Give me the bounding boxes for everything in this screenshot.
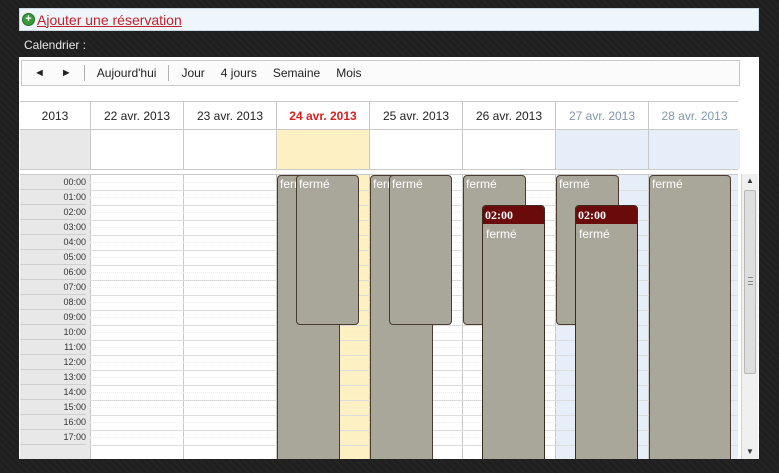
event-label: fermé: [299, 177, 330, 191]
event-closed-timed[interactable]: 02:00 fermé: [575, 205, 638, 459]
event-closed[interactable]: fermé: [296, 175, 359, 325]
time-label: 09:00: [20, 310, 86, 325]
time-gutter: 00:00 01:00 02:00 03:00 04:00 05:00 06:0…: [20, 175, 90, 459]
toolbar-divider: [83, 65, 85, 81]
time-label: 12:00: [20, 355, 86, 370]
time-label: 01:00: [20, 190, 86, 205]
day-header-row: 2013 22 avr. 2013 23 avr. 2013 24 avr. 2…: [20, 101, 738, 130]
calendar-label: Calendrier :: [24, 38, 87, 52]
event-time-header: 02:00: [576, 206, 637, 224]
scroll-grip-icon: [748, 277, 753, 285]
prev-arrow-icon[interactable]: ◄: [26, 67, 53, 79]
event-closed[interactable]: fermé: [649, 175, 731, 459]
all-day-row: [20, 130, 740, 170]
calendar-toolbar: ◄ ► Aujourd'hui Jour 4 jours Semaine Moi…: [21, 60, 740, 86]
time-label: 16:00: [20, 415, 86, 430]
time-label: 03:00: [20, 220, 86, 235]
time-label: 02:00: [20, 205, 86, 220]
time-label: 10:00: [20, 325, 86, 340]
week-view-button[interactable]: Semaine: [265, 66, 328, 80]
all-day-cell-today[interactable]: [276, 130, 369, 169]
day-header-26[interactable]: 26 avr. 2013: [462, 102, 555, 130]
day-header-24-today[interactable]: 24 avr. 2013: [276, 102, 369, 130]
time-label: 00:00: [20, 175, 86, 190]
event-label: fermé: [559, 177, 590, 191]
event-label: fermé: [486, 227, 517, 241]
time-label: 14:00: [20, 385, 86, 400]
all-day-cell[interactable]: [462, 130, 555, 169]
event-time-header: 02:00: [483, 206, 544, 224]
all-day-cell-weekend[interactable]: [555, 130, 648, 169]
time-label: 04:00: [20, 235, 86, 250]
scroll-down-arrow-icon[interactable]: ▼: [742, 445, 758, 459]
time-label: 13:00: [20, 370, 86, 385]
toolbar-divider: [168, 65, 170, 81]
year-header: 2013: [41, 109, 69, 123]
event-label: fermé: [466, 177, 497, 191]
scroll-up-arrow-icon[interactable]: ▲: [742, 174, 758, 188]
vertical-scrollbar[interactable]: ▲ ▼: [741, 174, 758, 459]
time-label: 17:00: [20, 430, 86, 445]
event-label: fermé: [579, 227, 610, 241]
event-closed-timed[interactable]: 02:00 fermé: [482, 205, 545, 459]
calendar: ◄ ► Aujourd'hui Jour 4 jours Semaine Moi…: [19, 57, 759, 459]
time-label: 06:00: [20, 265, 86, 280]
day-header-28[interactable]: 28 avr. 2013: [648, 102, 740, 130]
day-header-27[interactable]: 27 avr. 2013: [555, 102, 648, 130]
all-day-cell[interactable]: [369, 130, 462, 169]
day-view-button[interactable]: Jour: [173, 66, 212, 80]
all-day-gutter: [20, 130, 90, 169]
four-days-view-button[interactable]: 4 jours: [213, 66, 265, 80]
event-closed[interactable]: fermé: [389, 175, 452, 325]
time-label: 07:00: [20, 280, 86, 295]
add-reservation-bar: + Ajouter une réservation: [19, 8, 759, 31]
time-grid: 00:00 01:00 02:00 03:00 04:00 05:00 06:0…: [20, 174, 738, 459]
today-button[interactable]: Aujourd'hui: [89, 66, 165, 80]
all-day-cell[interactable]: [183, 130, 276, 169]
month-view-button[interactable]: Mois: [328, 66, 369, 80]
all-day-cell[interactable]: [90, 130, 183, 169]
plus-circle-icon[interactable]: +: [22, 13, 35, 26]
day-header-22[interactable]: 22 avr. 2013: [90, 102, 183, 130]
event-label: fermé: [392, 177, 423, 191]
all-day-cell-weekend[interactable]: [648, 130, 740, 169]
event-label: fermé: [652, 177, 683, 191]
time-label: 05:00: [20, 250, 86, 265]
add-reservation-link[interactable]: Ajouter une réservation: [37, 12, 182, 28]
scroll-thumb[interactable]: [744, 190, 756, 374]
time-label: 11:00: [20, 340, 86, 355]
day-header-23[interactable]: 23 avr. 2013: [183, 102, 276, 130]
time-label: 15:00: [20, 400, 86, 415]
next-arrow-icon[interactable]: ►: [53, 67, 80, 79]
time-label: 08:00: [20, 295, 86, 310]
day-header-25[interactable]: 25 avr. 2013: [369, 102, 462, 130]
